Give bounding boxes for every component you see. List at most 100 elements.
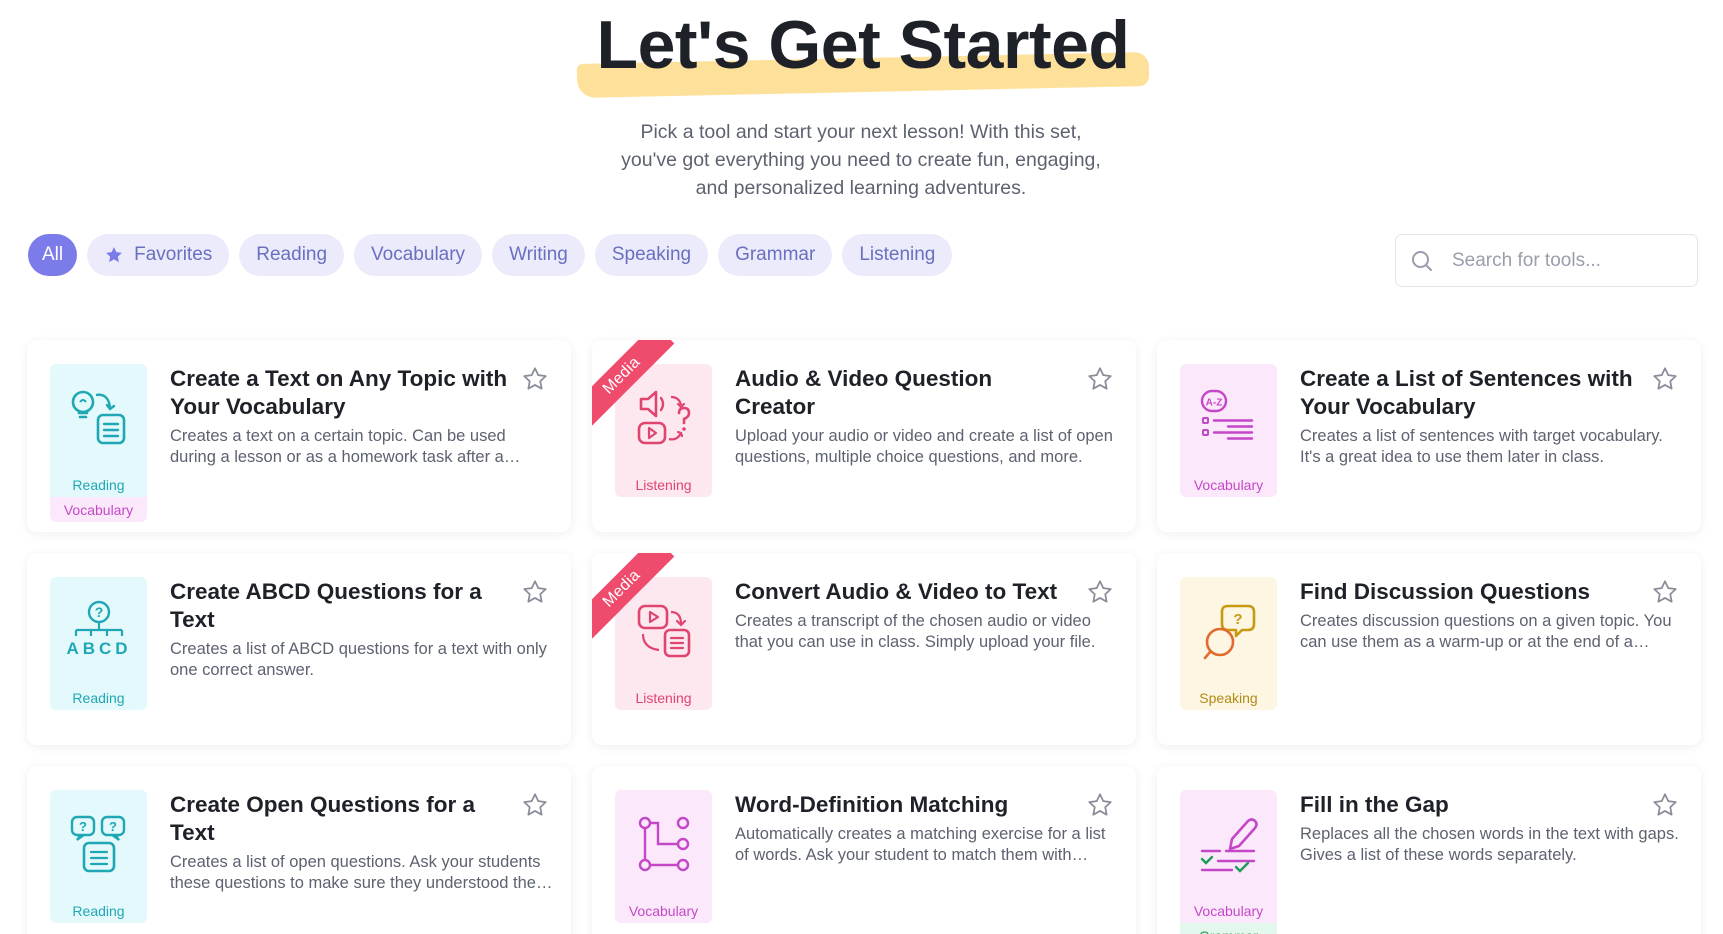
card-icon-column: ? ABCD Reading xyxy=(50,577,147,710)
card-title: Convert Audio & Video to Text xyxy=(735,579,1058,604)
tool-card[interactable]: ? Speaking Find Discussion Questions Cre… xyxy=(1157,553,1701,745)
card-icon-box xyxy=(615,790,712,898)
search-box xyxy=(1395,234,1698,287)
tool-card[interactable]: ? ABCD Reading Create ABCD Questions for… xyxy=(27,553,571,745)
tag-reading: Reading xyxy=(50,472,147,497)
card-icon-box: ? ? xyxy=(50,790,147,898)
video-to-text-icon xyxy=(637,604,690,658)
favorite-star-icon[interactable] xyxy=(1651,791,1679,819)
tool-card[interactable]: A-Z Vocabulary Create a List of Sentence… xyxy=(1157,340,1701,532)
card-icon-column: A-Z Vocabulary xyxy=(1180,364,1277,497)
card-title: Create a Text on Any Topic with Your Voc… xyxy=(170,366,508,419)
tag-listening: Listening xyxy=(615,685,712,710)
card-title: Create a List of Sentences with Your Voc… xyxy=(1300,366,1633,419)
tag-vocabulary: Vocabulary xyxy=(1180,472,1277,497)
page-subtitle: Pick a tool and start your next lesson! … xyxy=(561,118,1161,202)
card-description: Creates a list of sentences with target … xyxy=(1300,427,1663,466)
tag-vocabulary: Vocabulary xyxy=(615,898,712,923)
tool-card[interactable]: Listening Media Convert Audio & Video to… xyxy=(592,553,1136,745)
card-description: Replaces all the chosen words in the tex… xyxy=(1300,825,1679,864)
tag-vocabulary: Vocabulary xyxy=(50,497,147,522)
svg-text:?: ? xyxy=(109,819,117,834)
filter-writing[interactable]: Writing xyxy=(492,234,585,276)
filter-speaking[interactable]: Speaking xyxy=(594,234,709,276)
card-icon-column: Vocabulary Grammar xyxy=(1180,790,1277,934)
filter-label: Favorites xyxy=(134,244,213,265)
svg-text:A-Z: A-Z xyxy=(1205,398,1222,409)
tag-speaking: Speaking xyxy=(1180,685,1277,710)
card-icon-column: Vocabulary xyxy=(615,790,712,923)
card-title: Create Open Questions for a Text xyxy=(170,792,476,845)
card-description: Creates a list of ABCD questions for a t… xyxy=(170,640,547,679)
audio-video-question-icon xyxy=(637,390,690,445)
card-icon-box xyxy=(50,364,147,472)
card-description: Creates a text on a certain topic. Can b… xyxy=(170,427,506,466)
card-description: Creates a transcript of the chosen audio… xyxy=(735,612,1096,651)
tag-vocabulary: Vocabulary xyxy=(1180,898,1277,923)
favorite-star-icon[interactable] xyxy=(1651,365,1679,393)
card-title: Word-Definition Matching xyxy=(735,792,1009,817)
card-icon-box xyxy=(1180,790,1277,898)
card-title: Fill in the Gap xyxy=(1300,792,1449,817)
filter-all[interactable]: All xyxy=(28,234,78,276)
svg-text:ABCD: ABCD xyxy=(66,639,131,658)
lightbulb-document-icon xyxy=(71,390,125,445)
tag-reading: Reading xyxy=(50,685,147,710)
filter-favorites[interactable]: Favorites xyxy=(87,234,230,276)
tool-card[interactable]: Listening Media Audio & Video Question C… xyxy=(592,340,1136,532)
tool-card[interactable]: Vocabulary Word-Definition Matching Auto… xyxy=(592,766,1136,934)
card-title: Create ABCD Questions for a Text xyxy=(170,579,482,632)
svg-text:?: ? xyxy=(79,819,87,834)
matching-nodes-icon xyxy=(638,816,689,872)
tool-card[interactable]: ? ? Reading Create Open Questions for a … xyxy=(27,766,571,934)
filter-label: All xyxy=(42,244,64,265)
favorite-star-icon[interactable] xyxy=(1086,365,1114,393)
search-input[interactable] xyxy=(1452,249,1682,272)
card-description: Creates discussion questions on a given … xyxy=(1300,612,1672,651)
subtitle-line: you've got everything you need to create… xyxy=(621,149,1101,171)
title-wrap: Let's Get Started xyxy=(575,6,1151,98)
favorite-star-icon[interactable] xyxy=(1086,791,1114,819)
favorite-star-icon[interactable] xyxy=(1651,578,1679,606)
card-description: Creates a list of open questions. Ask yo… xyxy=(170,853,541,892)
filter-label: Listening xyxy=(859,244,936,265)
filter-bar: All Favorites Reading Vocabulary Writing… xyxy=(28,234,953,276)
discussion-bubbles-icon: ? xyxy=(1203,604,1255,660)
card-title: Audio & Video Question Creator xyxy=(735,366,993,419)
tool-card[interactable]: Vocabulary Grammar Fill in the Gap Repla… xyxy=(1157,766,1701,934)
tag-reading: Reading xyxy=(50,898,147,923)
abcd-question-icon: ? ABCD xyxy=(66,600,131,658)
filter-label: Vocabulary xyxy=(371,244,466,265)
search-icon xyxy=(1412,250,1432,271)
filter-label: Writing xyxy=(509,244,568,265)
tag-listening: Listening xyxy=(615,472,712,497)
filter-label: Grammar xyxy=(735,244,816,265)
star-icon xyxy=(106,247,123,263)
tool-card[interactable]: Reading Vocabulary Create a Text on Any … xyxy=(27,340,571,532)
pen-checklist-icon xyxy=(1200,818,1258,873)
svg-text:?: ? xyxy=(1233,611,1242,628)
tag-grammar: Grammar xyxy=(1180,923,1277,934)
favorite-star-icon[interactable] xyxy=(1086,578,1114,606)
a-z-list-icon: A-Z xyxy=(1200,389,1253,440)
subtitle-line: Pick a tool and start your next lesson! … xyxy=(640,121,1082,143)
card-icon-box: ? xyxy=(1180,577,1277,685)
filter-label: Reading xyxy=(256,244,328,265)
filter-reading[interactable]: Reading xyxy=(239,234,345,276)
card-icon-column: Reading Vocabulary xyxy=(50,364,147,522)
filter-grammar[interactable]: Grammar xyxy=(718,234,833,276)
card-description: Automatically creates a matching exercis… xyxy=(735,825,1106,864)
subtitle-line: and personalized learning adventures. xyxy=(695,177,1027,199)
open-questions-icon: ? ? xyxy=(70,815,125,873)
favorite-star-icon[interactable] xyxy=(521,365,549,393)
filter-label: Speaking xyxy=(611,244,692,265)
card-icon-column: ? ? Reading xyxy=(50,790,147,923)
filter-vocabulary[interactable]: Vocabulary xyxy=(354,234,483,276)
page-title: Let's Get Started xyxy=(596,7,1130,83)
card-description: Upload your audio or video and create a … xyxy=(735,427,1113,466)
favorite-star-icon[interactable] xyxy=(521,578,549,606)
favorite-star-icon[interactable] xyxy=(521,791,549,819)
svg-text:?: ? xyxy=(94,604,103,620)
card-icon-column: ? Speaking xyxy=(1180,577,1277,710)
filter-listening[interactable]: Listening xyxy=(842,234,953,276)
